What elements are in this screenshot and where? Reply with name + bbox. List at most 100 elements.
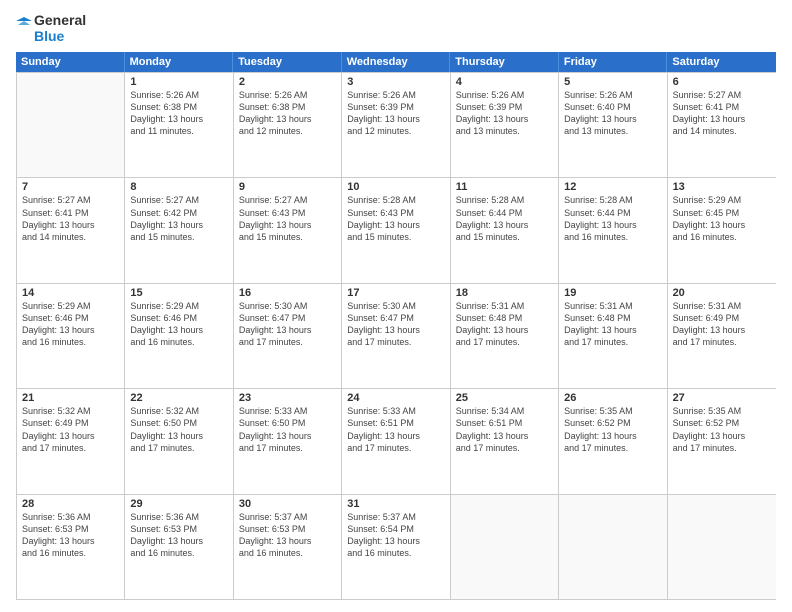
- day-number: 11: [456, 181, 553, 193]
- calendar-cell: 27Sunrise: 5:35 AM Sunset: 6:52 PM Dayli…: [668, 389, 776, 493]
- day-info: Sunrise: 5:27 AM Sunset: 6:42 PM Dayligh…: [130, 194, 227, 243]
- calendar-cell: 21Sunrise: 5:32 AM Sunset: 6:49 PM Dayli…: [17, 389, 125, 493]
- day-number: 22: [130, 392, 227, 404]
- day-number: 26: [564, 392, 661, 404]
- calendar-cell: 12Sunrise: 5:28 AM Sunset: 6:44 PM Dayli…: [559, 178, 667, 282]
- logo: GeneralBlue: [16, 12, 86, 44]
- day-info: Sunrise: 5:34 AM Sunset: 6:51 PM Dayligh…: [456, 405, 553, 454]
- calendar-cell: 30Sunrise: 5:37 AM Sunset: 6:53 PM Dayli…: [234, 495, 342, 599]
- day-info: Sunrise: 5:33 AM Sunset: 6:50 PM Dayligh…: [239, 405, 336, 454]
- day-number: 27: [673, 392, 771, 404]
- day-info: Sunrise: 5:31 AM Sunset: 6:48 PM Dayligh…: [564, 300, 661, 349]
- calendar-cell: 15Sunrise: 5:29 AM Sunset: 6:46 PM Dayli…: [125, 284, 233, 388]
- calendar-body: 1Sunrise: 5:26 AM Sunset: 6:38 PM Daylig…: [16, 72, 776, 600]
- header-day-tuesday: Tuesday: [233, 52, 342, 72]
- header-day-monday: Monday: [125, 52, 234, 72]
- calendar-cell: [559, 495, 667, 599]
- calendar-cell: 7Sunrise: 5:27 AM Sunset: 6:41 PM Daylig…: [17, 178, 125, 282]
- day-info: Sunrise: 5:35 AM Sunset: 6:52 PM Dayligh…: [564, 405, 661, 454]
- calendar-cell: 19Sunrise: 5:31 AM Sunset: 6:48 PM Dayli…: [559, 284, 667, 388]
- calendar-row-5: 28Sunrise: 5:36 AM Sunset: 6:53 PM Dayli…: [17, 494, 776, 599]
- calendar-cell: 20Sunrise: 5:31 AM Sunset: 6:49 PM Dayli…: [668, 284, 776, 388]
- day-number: 16: [239, 287, 336, 299]
- header-day-saturday: Saturday: [667, 52, 776, 72]
- day-info: Sunrise: 5:26 AM Sunset: 6:38 PM Dayligh…: [239, 89, 336, 138]
- day-number: 5: [564, 76, 661, 88]
- calendar-cell: [17, 73, 125, 177]
- calendar-cell: 23Sunrise: 5:33 AM Sunset: 6:50 PM Dayli…: [234, 389, 342, 493]
- day-info: Sunrise: 5:28 AM Sunset: 6:43 PM Dayligh…: [347, 194, 444, 243]
- calendar-header: SundayMondayTuesdayWednesdayThursdayFrid…: [16, 52, 776, 72]
- calendar-cell: 2Sunrise: 5:26 AM Sunset: 6:38 PM Daylig…: [234, 73, 342, 177]
- day-number: 24: [347, 392, 444, 404]
- day-number: 4: [456, 76, 553, 88]
- day-number: 19: [564, 287, 661, 299]
- day-info: Sunrise: 5:26 AM Sunset: 6:39 PM Dayligh…: [456, 89, 553, 138]
- day-number: 18: [456, 287, 553, 299]
- day-number: 12: [564, 181, 661, 193]
- calendar-cell: 18Sunrise: 5:31 AM Sunset: 6:48 PM Dayli…: [451, 284, 559, 388]
- calendar-cell: 9Sunrise: 5:27 AM Sunset: 6:43 PM Daylig…: [234, 178, 342, 282]
- calendar-cell: 6Sunrise: 5:27 AM Sunset: 6:41 PM Daylig…: [668, 73, 776, 177]
- calendar-row-3: 14Sunrise: 5:29 AM Sunset: 6:46 PM Dayli…: [17, 283, 776, 388]
- day-info: Sunrise: 5:28 AM Sunset: 6:44 PM Dayligh…: [564, 194, 661, 243]
- calendar-cell: 31Sunrise: 5:37 AM Sunset: 6:54 PM Dayli…: [342, 495, 450, 599]
- day-number: 9: [239, 181, 336, 193]
- day-number: 7: [22, 181, 119, 193]
- calendar-cell: 29Sunrise: 5:36 AM Sunset: 6:53 PM Dayli…: [125, 495, 233, 599]
- calendar-cell: 16Sunrise: 5:30 AM Sunset: 6:47 PM Dayli…: [234, 284, 342, 388]
- calendar-cell: 11Sunrise: 5:28 AM Sunset: 6:44 PM Dayli…: [451, 178, 559, 282]
- day-info: Sunrise: 5:29 AM Sunset: 6:46 PM Dayligh…: [130, 300, 227, 349]
- day-number: 28: [22, 498, 119, 510]
- day-number: 10: [347, 181, 444, 193]
- header: GeneralBlue: [16, 12, 776, 44]
- header-day-wednesday: Wednesday: [342, 52, 451, 72]
- calendar: SundayMondayTuesdayWednesdayThursdayFrid…: [16, 52, 776, 600]
- calendar-row-4: 21Sunrise: 5:32 AM Sunset: 6:49 PM Dayli…: [17, 388, 776, 493]
- day-info: Sunrise: 5:27 AM Sunset: 6:41 PM Dayligh…: [22, 194, 119, 243]
- day-info: Sunrise: 5:29 AM Sunset: 6:45 PM Dayligh…: [673, 194, 771, 243]
- day-number: 21: [22, 392, 119, 404]
- header-day-thursday: Thursday: [450, 52, 559, 72]
- day-info: Sunrise: 5:36 AM Sunset: 6:53 PM Dayligh…: [130, 511, 227, 560]
- day-number: 2: [239, 76, 336, 88]
- day-number: 23: [239, 392, 336, 404]
- day-info: Sunrise: 5:26 AM Sunset: 6:40 PM Dayligh…: [564, 89, 661, 138]
- logo-bird-icon: [16, 17, 32, 39]
- day-number: 31: [347, 498, 444, 510]
- day-info: Sunrise: 5:26 AM Sunset: 6:39 PM Dayligh…: [347, 89, 444, 138]
- day-number: 17: [347, 287, 444, 299]
- day-info: Sunrise: 5:32 AM Sunset: 6:50 PM Dayligh…: [130, 405, 227, 454]
- calendar-cell: 8Sunrise: 5:27 AM Sunset: 6:42 PM Daylig…: [125, 178, 233, 282]
- day-number: 13: [673, 181, 771, 193]
- calendar-row-1: 1Sunrise: 5:26 AM Sunset: 6:38 PM Daylig…: [17, 72, 776, 177]
- day-number: 8: [130, 181, 227, 193]
- header-day-friday: Friday: [559, 52, 668, 72]
- day-info: Sunrise: 5:31 AM Sunset: 6:48 PM Dayligh…: [456, 300, 553, 349]
- day-number: 3: [347, 76, 444, 88]
- calendar-cell: 4Sunrise: 5:26 AM Sunset: 6:39 PM Daylig…: [451, 73, 559, 177]
- calendar-cell: 22Sunrise: 5:32 AM Sunset: 6:50 PM Dayli…: [125, 389, 233, 493]
- day-number: 20: [673, 287, 771, 299]
- day-info: Sunrise: 5:35 AM Sunset: 6:52 PM Dayligh…: [673, 405, 771, 454]
- day-info: Sunrise: 5:30 AM Sunset: 6:47 PM Dayligh…: [239, 300, 336, 349]
- day-info: Sunrise: 5:26 AM Sunset: 6:38 PM Dayligh…: [130, 89, 227, 138]
- calendar-cell: 14Sunrise: 5:29 AM Sunset: 6:46 PM Dayli…: [17, 284, 125, 388]
- day-info: Sunrise: 5:37 AM Sunset: 6:54 PM Dayligh…: [347, 511, 444, 560]
- calendar-cell: 3Sunrise: 5:26 AM Sunset: 6:39 PM Daylig…: [342, 73, 450, 177]
- day-info: Sunrise: 5:31 AM Sunset: 6:49 PM Dayligh…: [673, 300, 771, 349]
- calendar-cell: 24Sunrise: 5:33 AM Sunset: 6:51 PM Dayli…: [342, 389, 450, 493]
- day-info: Sunrise: 5:27 AM Sunset: 6:43 PM Dayligh…: [239, 194, 336, 243]
- calendar-cell: 1Sunrise: 5:26 AM Sunset: 6:38 PM Daylig…: [125, 73, 233, 177]
- day-info: Sunrise: 5:29 AM Sunset: 6:46 PM Dayligh…: [22, 300, 119, 349]
- logo-general-text: General: [34, 12, 86, 28]
- day-info: Sunrise: 5:27 AM Sunset: 6:41 PM Dayligh…: [673, 89, 771, 138]
- day-info: Sunrise: 5:37 AM Sunset: 6:53 PM Dayligh…: [239, 511, 336, 560]
- day-number: 30: [239, 498, 336, 510]
- calendar-cell: 17Sunrise: 5:30 AM Sunset: 6:47 PM Dayli…: [342, 284, 450, 388]
- day-info: Sunrise: 5:36 AM Sunset: 6:53 PM Dayligh…: [22, 511, 119, 560]
- calendar-cell: 28Sunrise: 5:36 AM Sunset: 6:53 PM Dayli…: [17, 495, 125, 599]
- calendar-cell: 26Sunrise: 5:35 AM Sunset: 6:52 PM Dayli…: [559, 389, 667, 493]
- day-number: 15: [130, 287, 227, 299]
- calendar-row-2: 7Sunrise: 5:27 AM Sunset: 6:41 PM Daylig…: [17, 177, 776, 282]
